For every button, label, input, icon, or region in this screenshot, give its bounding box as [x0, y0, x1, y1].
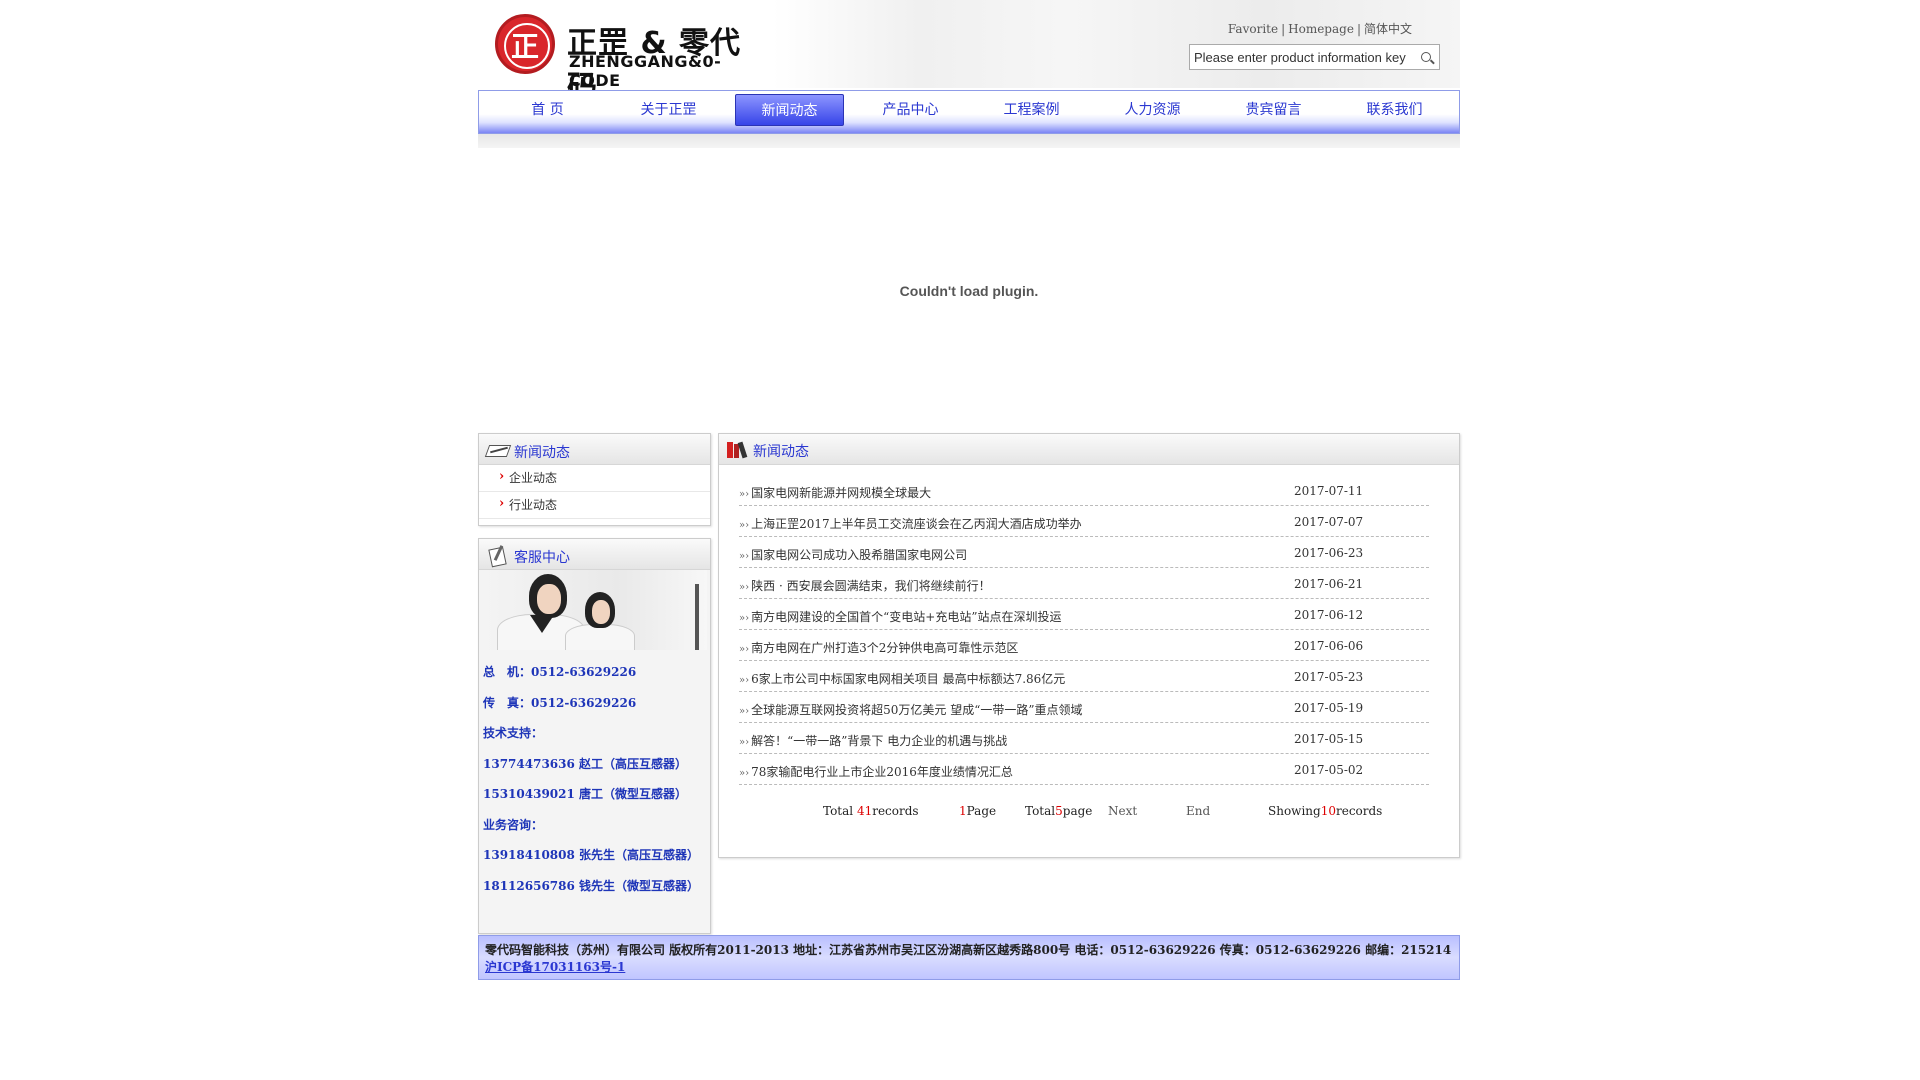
left-sidebar: 新闻动态 企业动态 行业动态 客服中心: [478, 433, 711, 934]
news-list: 国家电网新能源并网规模全球最大 2017-07-11 上海正罡2017上半年员工交…: [719, 465, 1459, 785]
favorite-link[interactable]: Favorite: [1228, 22, 1278, 36]
content-columns: 新闻动态 企业动态 行业动态 客服中心: [478, 433, 1460, 934]
books-icon: [727, 441, 749, 459]
site-logo[interactable]: 正罡 & 零代码 ZHENGGANG&0-CODE: [478, 0, 764, 105]
news-item[interactable]: 国家电网公司成功入股希腊国家电网公司 2017-06-23: [739, 537, 1429, 568]
news-title[interactable]: 解答！“一带一路”背景下 电力企业的机遇与挑战: [739, 732, 1007, 749]
contact-line: 传 真：0512-63629226: [483, 695, 637, 710]
news-date: 2017-06-06: [1294, 639, 1364, 653]
category-item-industry[interactable]: 行业动态: [479, 491, 710, 519]
pager-total-records: Total 41records: [823, 804, 919, 818]
homepage-link[interactable]: Homepage: [1288, 22, 1354, 36]
nav-shadow: [478, 134, 1460, 148]
customer-service-photo: [482, 570, 707, 650]
nav-item-hr[interactable]: 人力资源: [1092, 91, 1213, 133]
pager-total-pages: Total5page: [1025, 804, 1093, 818]
nav-item-guestbook[interactable]: 贵宾留言: [1213, 91, 1334, 133]
contact-line: 13774473636 赵工（高压互感器）: [483, 756, 688, 771]
news-item[interactable]: 国家电网新能源并网规模全球最大 2017-07-11: [739, 475, 1429, 506]
news-item[interactable]: 6家上市公司中标国家电网相关项目 最高中标额达7.86亿元 2017-05-23: [739, 661, 1429, 692]
contact-line: 15310439021 唐工（微型互感器）: [483, 787, 688, 801]
news-date: 2017-05-15: [1294, 732, 1364, 746]
contact-line: 13918410808 张先生（高压互感器）: [483, 848, 700, 862]
news-title[interactable]: 南方电网建设的全国首个“变电站+充电站”站点在深圳投运: [739, 608, 1061, 625]
news-title[interactable]: 全球能源互联网投资将超50万亿美元 望成“一带一路”重点领域: [739, 701, 1082, 718]
pager-current-page: 1Page: [959, 804, 997, 818]
pager-end-link[interactable]: End: [1186, 804, 1210, 818]
nav-item-cases[interactable]: 工程案例: [971, 91, 1092, 133]
news-item[interactable]: 全球能源互联网投资将超50万亿美元 望成“一带一路”重点领域 2017-05-19: [739, 692, 1429, 723]
news-panel: 新闻动态 国家电网新能源并网规模全球最大 2017-07-11 上海正罡2017上…: [718, 433, 1460, 858]
news-date: 2017-06-21: [1294, 577, 1364, 591]
nav-item-products[interactable]: 产品中心: [850, 91, 971, 133]
news-item[interactable]: 上海正罡2017上半年员工交流座谈会在乙丙润大酒店成功举办 2017-07-07: [739, 506, 1429, 537]
category-item-company[interactable]: 企业动态: [479, 464, 710, 492]
nav-item-about[interactable]: 关于正罡: [608, 91, 729, 133]
news-title[interactable]: 6家上市公司中标国家电网相关项目 最高中标额达7.86亿元: [739, 670, 1065, 687]
news-category-box: 新闻动态 企业动态 行业动态: [478, 433, 711, 526]
news-title[interactable]: 陕西 · 西安展会圆满结束，我们将继续前行！: [739, 577, 990, 594]
page-wrapper: 正罡 & 零代码 ZHENGGANG&0-CODE Favorite|Homep…: [478, 0, 1460, 980]
nav-item-contact[interactable]: 联系我们: [1334, 91, 1455, 133]
news-title[interactable]: 国家电网公司成功入股希腊国家电网公司: [739, 546, 967, 563]
language-link[interactable]: 简体中文: [1364, 22, 1412, 36]
news-date: 2017-07-07: [1294, 515, 1364, 529]
news-title[interactable]: 上海正罡2017上半年员工交流座谈会在乙丙润大酒店成功举办: [739, 515, 1082, 532]
news-item[interactable]: 南方电网在广州打造3个2分钟供电高可靠性示范区 2017-06-06: [739, 630, 1429, 661]
news-date: 2017-05-19: [1294, 701, 1364, 715]
news-date: 2017-06-12: [1294, 608, 1364, 622]
news-title[interactable]: 78家输配电行业上市企业2016年度业绩情况汇总: [739, 763, 1013, 780]
logo-seal-icon: [495, 14, 555, 74]
contact-line: 18112656786 钱先生（微型互感器）: [483, 878, 700, 893]
main-nav: 首 页 关于正罡 新闻动态 产品中心 工程案例 人力资源 贵宾留言 联系我们: [478, 90, 1460, 134]
site-header: 正罡 & 零代码 ZHENGGANG&0-CODE Favorite|Homep…: [478, 0, 1460, 105]
news-category-header: 新闻动态: [479, 434, 710, 465]
news-panel-title: 新闻动态: [753, 444, 809, 460]
nav-item-news[interactable]: 新闻动态: [735, 94, 844, 126]
contact-line: 技术支持：: [483, 726, 544, 740]
news-category-list: 企业动态 行业动态: [479, 464, 710, 525]
search-icon[interactable]: [1421, 52, 1431, 62]
news-item[interactable]: 南方电网建设的全国首个“变电站+充电站”站点在深圳投运 2017-06-12: [739, 599, 1429, 630]
news-date: 2017-05-23: [1294, 670, 1364, 684]
contact-line: 业务咨询：: [483, 817, 544, 832]
search-box: [1189, 44, 1440, 70]
news-category-title: 新闻动态: [514, 445, 570, 461]
news-item[interactable]: 陕西 · 西安展会圆满结束，我们将继续前行！ 2017-06-21: [739, 568, 1429, 599]
plugin-error-message: Couldn't load plugin.: [899, 282, 1039, 299]
contact-line: 总 机：0512-63629226: [483, 665, 637, 679]
customer-service-header: 客服中心: [479, 539, 710, 570]
plugin-placeholder: Couldn't load plugin.: [478, 148, 1460, 433]
news-panel-header: 新闻动态: [719, 434, 1459, 465]
footer-text: 零代码智能科技（苏州）有限公司 版权所有2011-2013 地址：江苏省苏州市吴…: [485, 942, 1453, 976]
news-date: 2017-05-02: [1294, 763, 1364, 777]
pen-icon: [487, 442, 509, 458]
customer-service-title: 客服中心: [514, 550, 570, 566]
news-date: 2017-07-11: [1294, 484, 1364, 498]
pager-next-link[interactable]: Next: [1108, 804, 1137, 818]
top-links: Favorite | Homepage | 简体中文: [1227, 22, 1412, 36]
news-title[interactable]: 国家电网新能源并网规模全球最大: [739, 484, 931, 501]
pager-showing: Showing10records: [1268, 804, 1383, 818]
customer-service-box: 客服中心 总 机：0512-63629226 传 真：0512-63629226…: [478, 538, 711, 934]
site-footer: 零代码智能科技（苏州）有限公司 版权所有2011-2013 地址：江苏省苏州市吴…: [478, 935, 1460, 980]
search-input[interactable]: [1190, 45, 1412, 69]
news-item[interactable]: 78家输配电行业上市企业2016年度业绩情况汇总 2017-05-02: [739, 754, 1429, 785]
news-title[interactable]: 南方电网在广州打造3个2分钟供电高可靠性示范区: [739, 639, 1018, 656]
news-date: 2017-06-23: [1294, 546, 1364, 560]
notepad-icon: [488, 545, 508, 565]
contact-info: 总 机：0512-63629226 传 真：0512-63629226 技术支持…: [479, 650, 710, 908]
icp-link[interactable]: 沪ICP备17031163号-1: [485, 960, 625, 974]
logo-english-name: ZHENGGANG&0-CODE: [569, 52, 722, 90]
nav-item-home[interactable]: 首 页: [487, 91, 608, 133]
news-item[interactable]: 解答！“一带一路”背景下 电力企业的机遇与挑战 2017-05-15: [739, 723, 1429, 754]
footer-copyright: 零代码智能科技（苏州）有限公司 版权所有2011-2013 地址：江苏省苏州市吴…: [485, 943, 1452, 957]
